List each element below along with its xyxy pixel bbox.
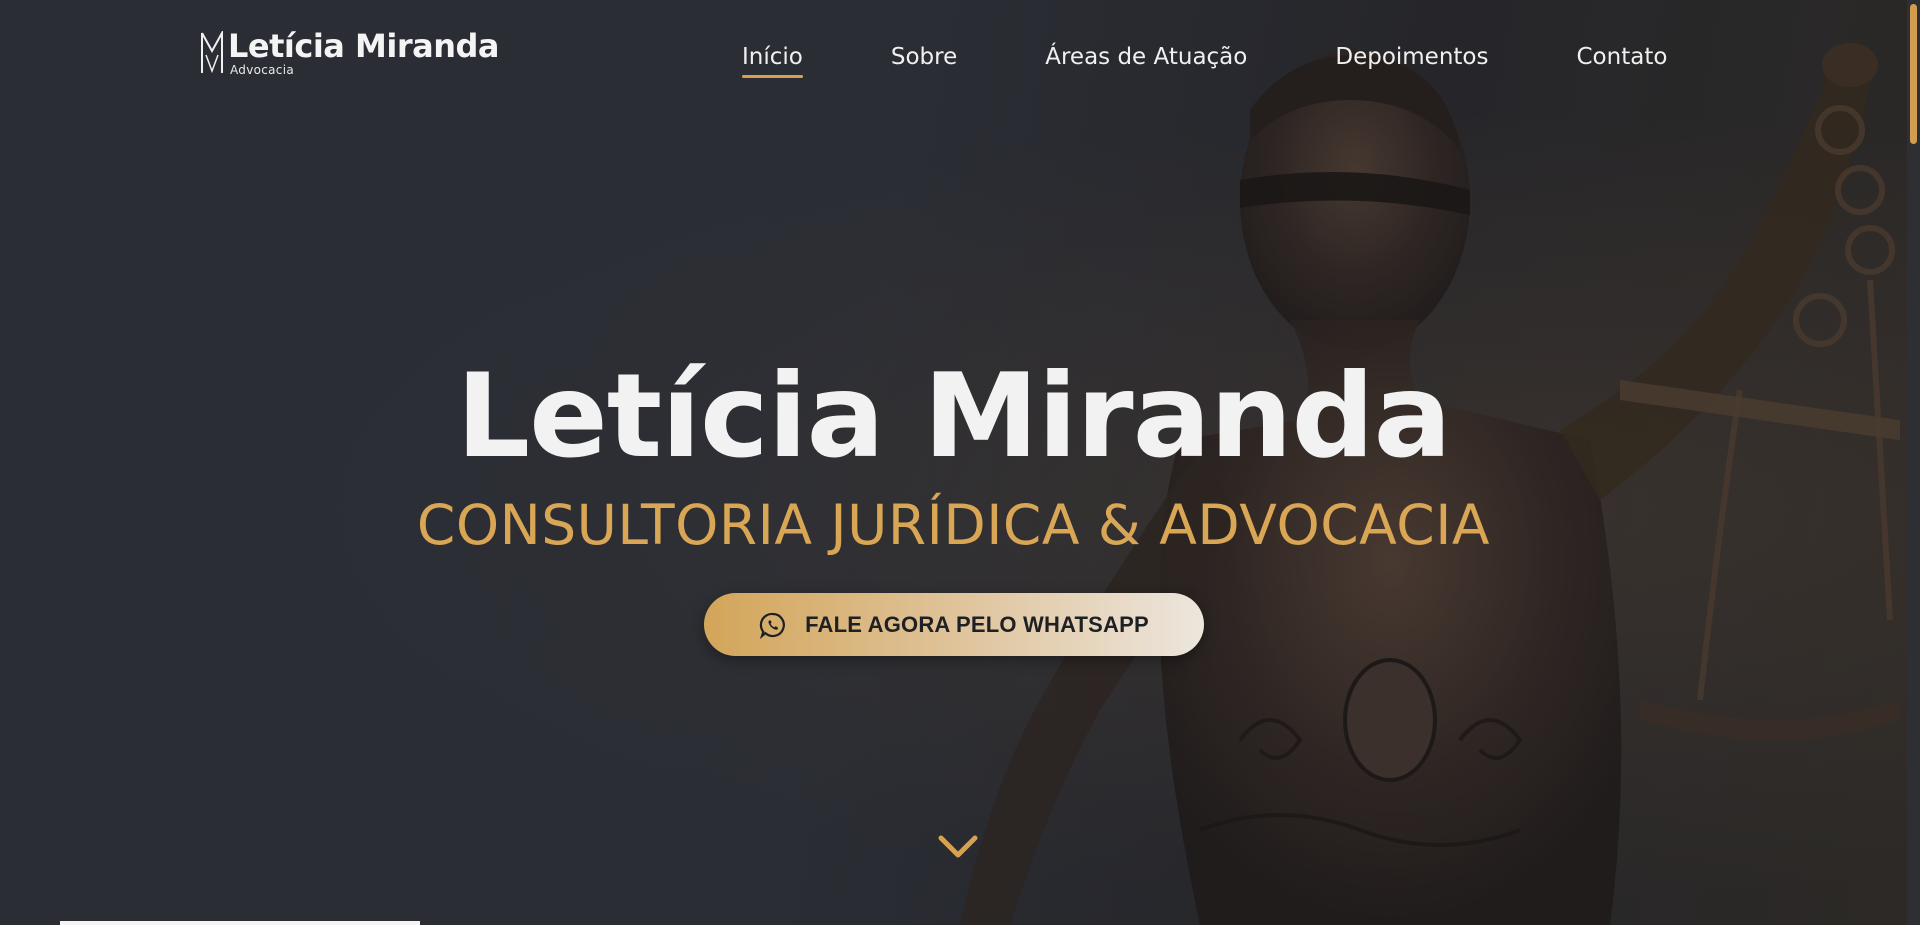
logo-subtitle: Advocacia [230,63,294,77]
cta-label: FALE AGORA PELO WHATSAPP [805,611,1149,637]
logo-monogram-icon [201,31,223,74]
site-logo[interactable]: Letícia Miranda Advocacia [200,27,500,77]
nav-item-depoimentos[interactable]: Depoimentos [1335,44,1488,70]
main-nav: Início Sobre Áreas de Atuação Depoimento… [742,44,1668,78]
page-scrollbar[interactable] [1907,0,1920,925]
whatsapp-cta-button[interactable]: FALE AGORA PELO WHATSAPP [704,593,1204,656]
nav-item-areas-de-atuacao[interactable]: Áreas de Atuação [1045,44,1247,70]
logo-name: Letícia Miranda [228,27,500,65]
nav-item-inicio[interactable]: Início [742,44,803,78]
nav-item-sobre[interactable]: Sobre [891,44,957,70]
scrollbar-thumb[interactable] [1910,4,1917,144]
hero-subtitle: CONSULTORIA JURÍDICA & ADVOCACIA [416,493,1491,557]
hero-title: Letícia Miranda [456,349,1452,484]
chevron-down-icon[interactable] [937,833,979,861]
bottom-strip [60,921,420,925]
whatsapp-icon [759,612,785,639]
nav-item-contato[interactable]: Contato [1577,44,1668,70]
